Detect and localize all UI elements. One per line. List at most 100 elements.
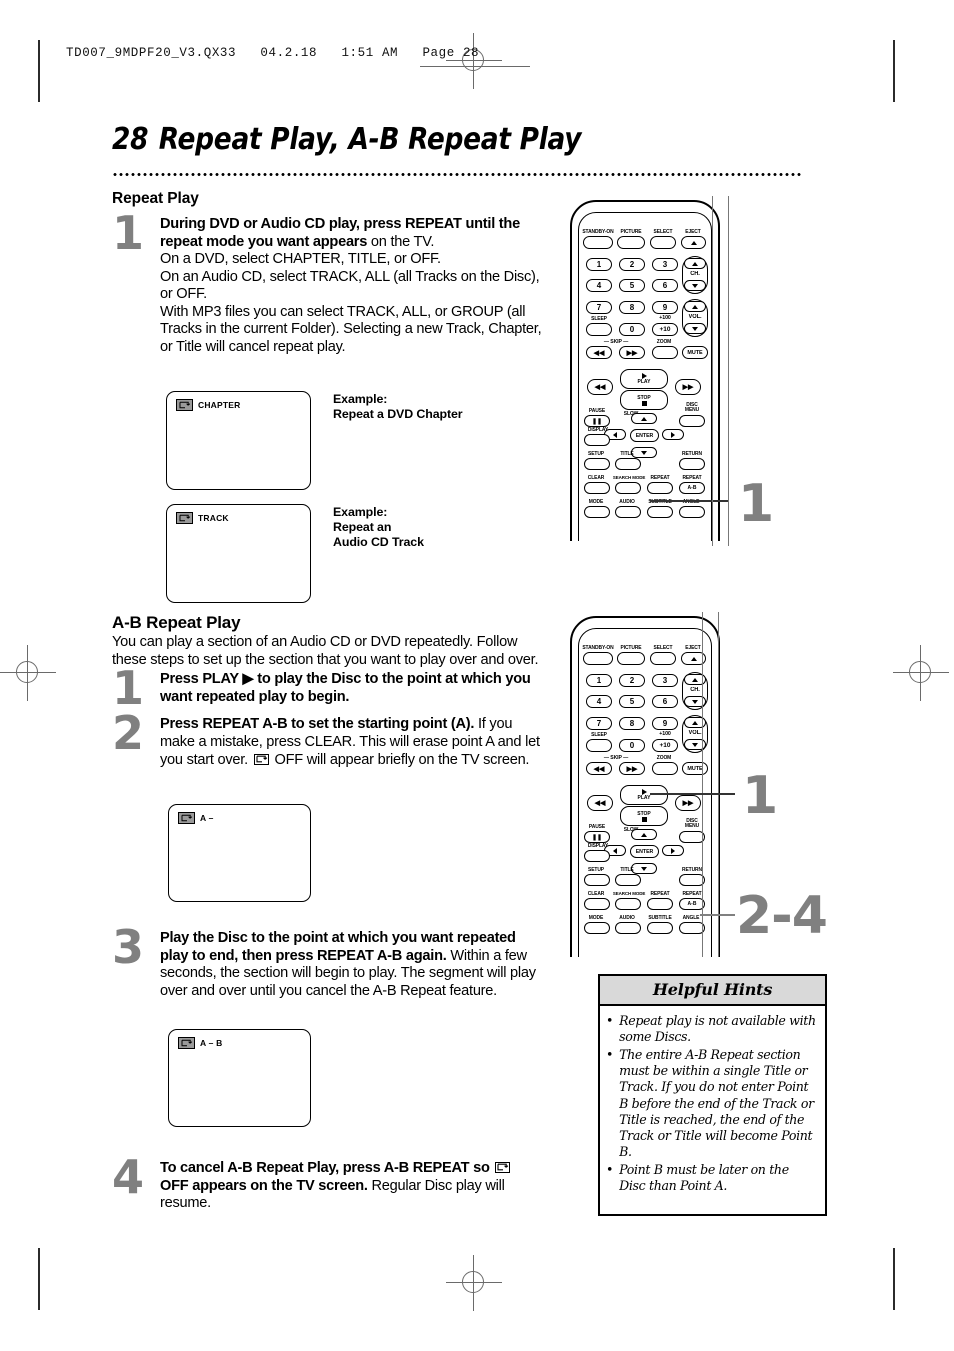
button-4[interactable]: 4: [586, 695, 612, 708]
button-zoom[interactable]: [652, 346, 678, 359]
step-rest-text: on the TV.: [367, 233, 435, 250]
button-3[interactable]: 3: [652, 674, 678, 687]
button-volume-down[interactable]: [684, 323, 706, 334]
button-enter[interactable]: ENTER: [630, 429, 659, 442]
button-6[interactable]: 6: [652, 279, 678, 292]
button-search-mode[interactable]: [615, 482, 641, 494]
button-stop[interactable]: STOP: [620, 390, 668, 410]
button-3[interactable]: 3: [652, 258, 678, 271]
button-return[interactable]: [679, 458, 705, 470]
button-sleep[interactable]: [586, 739, 612, 752]
button-repeat-ab[interactable]: A-B: [679, 482, 705, 494]
button-6[interactable]: 6: [652, 695, 678, 708]
button-zoom[interactable]: [652, 762, 678, 775]
button-1[interactable]: 1: [586, 258, 612, 271]
button-select[interactable]: [650, 652, 676, 665]
button-repeat[interactable]: [647, 482, 673, 494]
button-stop[interactable]: STOP: [620, 806, 668, 826]
button-setup[interactable]: [584, 458, 610, 470]
button-nav-up[interactable]: [631, 829, 657, 840]
button-4[interactable]: 4: [586, 279, 612, 292]
button-select[interactable]: [650, 236, 676, 249]
button-subtitle[interactable]: [647, 506, 673, 518]
list-item: • Repeat play is not available with some…: [606, 1013, 817, 1045]
button-nav-right[interactable]: [662, 429, 684, 440]
button-skip-back[interactable]: ◀◀: [586, 346, 612, 359]
button-play[interactable]: PLAY: [620, 369, 668, 389]
example-chapter: CHAPTER Example: Repeat a DVD Chapter: [166, 391, 463, 490]
button-9[interactable]: 9: [652, 301, 678, 314]
osd-indicator: CHAPTER: [176, 399, 241, 411]
step-ab-3: 3 Play the Disc to the point at which yo…: [112, 924, 544, 1000]
button-clear[interactable]: [584, 898, 610, 910]
button-0[interactable]: 0: [619, 323, 645, 336]
button-nav-up[interactable]: [631, 413, 657, 424]
page-guide-line-a: [712, 196, 713, 546]
button-8[interactable]: 8: [619, 717, 645, 730]
button-8[interactable]: 8: [619, 301, 645, 314]
button-standby-on[interactable]: [583, 236, 613, 249]
button-mute[interactable]: MUTE: [682, 346, 708, 359]
button-5[interactable]: 5: [619, 695, 645, 708]
button-plus-10[interactable]: +10: [652, 323, 678, 336]
button-title[interactable]: [615, 458, 641, 470]
button-display[interactable]: [584, 850, 610, 862]
button-channel-up[interactable]: [684, 258, 706, 269]
button-audio[interactable]: [615, 506, 641, 518]
repeat-icon: [176, 399, 193, 411]
label-audio: AUDIO: [619, 499, 635, 505]
button-picture[interactable]: [617, 652, 645, 665]
button-fast-forward[interactable]: ▶▶: [675, 379, 701, 395]
button-picture[interactable]: [617, 236, 645, 249]
button-clear[interactable]: [584, 482, 610, 494]
button-skip-back[interactable]: ◀◀: [586, 762, 612, 775]
button-enter[interactable]: ENTER: [630, 845, 659, 858]
button-disc-menu[interactable]: [679, 415, 705, 427]
button-7[interactable]: 7: [586, 717, 612, 730]
button-audio[interactable]: [615, 922, 641, 934]
button-mode[interactable]: [584, 922, 610, 934]
button-display[interactable]: [584, 434, 610, 446]
trim-line-top: [420, 66, 530, 67]
button-mode[interactable]: [584, 506, 610, 518]
button-sleep[interactable]: [586, 323, 612, 336]
button-pause[interactable]: ❚❚: [584, 831, 610, 843]
button-1[interactable]: 1: [586, 674, 612, 687]
page-title-text: Repeat Play, A-B Repeat Play: [158, 122, 582, 157]
hint-text: The entire A-B Repeat section must be wi…: [619, 1047, 814, 1159]
button-search-mode[interactable]: [615, 898, 641, 910]
button-7[interactable]: 7: [586, 301, 612, 314]
button-skip-forward[interactable]: ▶▶: [619, 762, 645, 775]
step-number: 1: [112, 206, 144, 260]
button-pause[interactable]: ❚❚: [584, 415, 610, 427]
button-subtitle[interactable]: [647, 922, 673, 934]
step-line-2: On an Audio CD, select TRACK, ALL (all T…: [160, 268, 540, 303]
button-9[interactable]: 9: [652, 717, 678, 730]
button-channel-down[interactable]: [684, 280, 706, 291]
button-0[interactable]: 0: [619, 739, 645, 752]
button-mute[interactable]: MUTE: [682, 762, 708, 775]
button-eject[interactable]: [681, 236, 706, 249]
button-angle[interactable]: [679, 506, 705, 518]
button-title[interactable]: [615, 874, 641, 886]
button-volume-up[interactable]: [684, 301, 706, 312]
hint-text: Repeat play is not available with some D…: [619, 1013, 816, 1045]
manual-page: TD007_9MDPF20_V3.QX33 04.2.18 1:51 AM Pa…: [0, 0, 954, 1351]
button-2[interactable]: 2: [619, 258, 645, 271]
button-standby-on[interactable]: [583, 652, 613, 665]
button-rewind[interactable]: ◀◀: [587, 795, 613, 811]
helpful-hints-list: • Repeat play is not available with some…: [600, 1006, 825, 1214]
button-play[interactable]: PLAY: [620, 785, 668, 805]
button-rewind[interactable]: ◀◀: [587, 379, 613, 395]
button-setup[interactable]: [584, 874, 610, 886]
button-5[interactable]: 5: [619, 279, 645, 292]
button-fast-forward[interactable]: ▶▶: [675, 795, 701, 811]
osd-label: CHAPTER: [198, 400, 241, 410]
button-nav-right[interactable]: [662, 845, 684, 856]
button-plus-10[interactable]: +10: [652, 739, 678, 752]
example-caption-line2: Repeat a DVD Chapter: [333, 407, 463, 422]
button-skip-forward[interactable]: ▶▶: [619, 346, 645, 359]
label-search-mode: SEARCH MODE: [612, 891, 646, 896]
button-2[interactable]: 2: [619, 674, 645, 687]
button-repeat[interactable]: [647, 898, 673, 910]
